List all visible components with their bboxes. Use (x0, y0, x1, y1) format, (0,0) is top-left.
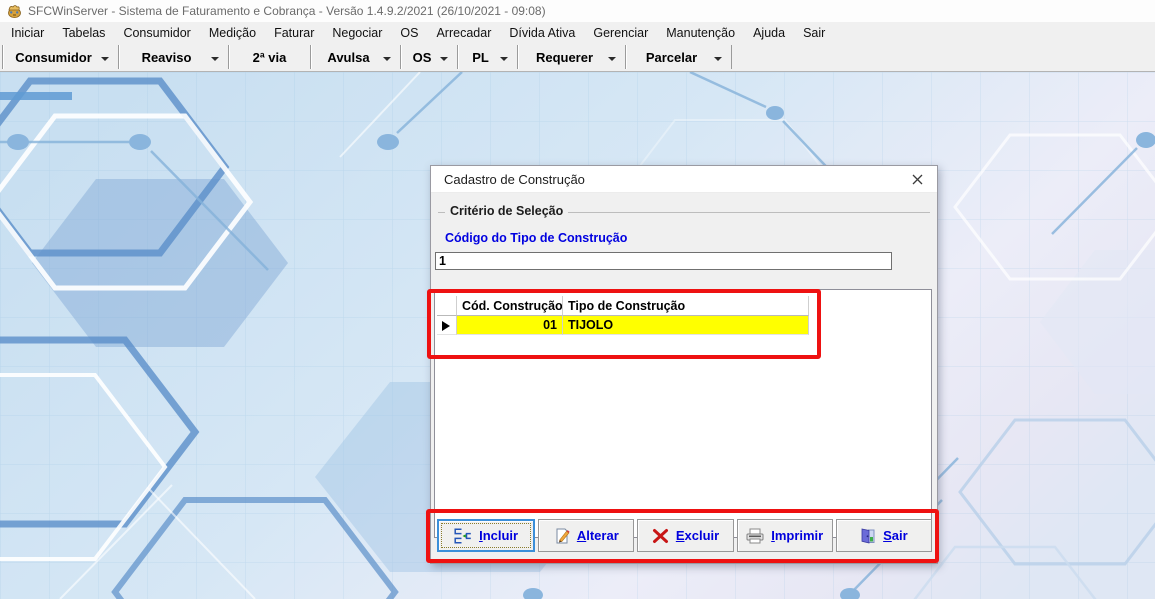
incluir-button[interactable]: Incluir (437, 519, 535, 552)
edit-pencil-icon (554, 528, 570, 544)
construction-grid[interactable]: Cód. Construção Tipo de Construção 01 TI… (437, 296, 809, 335)
dropdown-arrow-icon[interactable] (714, 57, 722, 61)
alterar-label: Alterar (577, 528, 619, 543)
dropdown-arrow-icon[interactable] (608, 57, 616, 61)
current-row-arrow-icon (442, 321, 450, 331)
dialog-buttonbar: Incluir Alterar Excluir (437, 519, 932, 552)
toolbar-requerer-button[interactable]: Requerer (517, 45, 625, 69)
toolbar-avulsa-button[interactable]: Avulsa (310, 45, 400, 69)
menu-os[interactable]: OS (391, 24, 427, 42)
dropdown-arrow-icon[interactable] (101, 57, 109, 61)
menu-ajuda[interactable]: Ajuda (744, 24, 794, 42)
toolbar-2avia-button[interactable]: 2ª via (228, 45, 310, 69)
incluir-label: Incluir (479, 528, 518, 543)
menu-manutencao[interactable]: Manutenção (657, 24, 744, 42)
dropdown-arrow-icon[interactable] (440, 57, 448, 61)
menu-faturar[interactable]: Faturar (265, 24, 323, 42)
exit-door-icon (860, 528, 876, 544)
menu-gerenciar[interactable]: Gerenciar (584, 24, 657, 42)
window-titlebar: SFCWinServer - Sistema de Faturamento e … (0, 0, 1155, 22)
close-icon[interactable] (906, 169, 928, 190)
toolbar-os-button[interactable]: OS (400, 45, 457, 69)
toolbar-requerer-label: Requerer (536, 50, 607, 65)
toolbar-reaviso-button[interactable]: Reaviso (118, 45, 228, 69)
dialog-titlebar[interactable]: Cadastro de Construção (431, 166, 937, 193)
delete-x-icon (652, 528, 669, 544)
toolbar-reaviso-label: Reaviso (142, 50, 206, 65)
selection-criteria-group-label: Critério de Seleção (445, 204, 568, 218)
toolbar-parcelar-button[interactable]: Parcelar (625, 45, 732, 69)
construction-type-code-input[interactable] (435, 252, 892, 270)
toolbar-consumidor-button[interactable]: Consumidor (2, 45, 118, 69)
toolbar-parcelar-label: Parcelar (646, 50, 711, 65)
menu-arrecadar[interactable]: Arrecadar (427, 24, 500, 42)
excluir-button[interactable]: Excluir (637, 519, 733, 552)
toolbar-pl-button[interactable]: PL (457, 45, 517, 69)
row-selector-header-cell (437, 296, 457, 316)
construction-type-code-label: Código do Tipo de Construção (445, 231, 627, 245)
menubar: Iniciar Tabelas Consumidor Medição Fatur… (0, 22, 1155, 44)
cadastro-construcao-dialog: Cadastro de Construção Critério de Seleç… (430, 165, 938, 564)
sair-button[interactable]: Sair (836, 519, 932, 552)
toolbar-avulsa-label: Avulsa (327, 50, 383, 65)
table-row[interactable]: 01 TIJOLO (437, 316, 809, 335)
menu-tabelas[interactable]: Tabelas (53, 24, 114, 42)
sair-label: Sair (883, 528, 908, 543)
insert-record-icon (454, 528, 472, 544)
cell-tipo-construcao[interactable]: TIJOLO (563, 316, 809, 335)
dropdown-arrow-icon[interactable] (500, 57, 508, 61)
imprimir-button[interactable]: Imprimir (737, 519, 833, 552)
app-window: SFCWinServer - Sistema de Faturamento e … (0, 0, 1155, 599)
toolbar-pl-label: PL (472, 50, 503, 65)
dropdown-arrow-icon[interactable] (383, 57, 391, 61)
alterar-button[interactable]: Alterar (538, 519, 634, 552)
toolbar: Consumidor Reaviso 2ª via Avulsa OS PL R… (0, 44, 1155, 72)
column-header-tipo-construcao[interactable]: Tipo de Construção (563, 296, 809, 316)
menu-sair[interactable]: Sair (794, 24, 834, 42)
excluir-label: Excluir (676, 528, 719, 543)
results-list-panel[interactable]: Cód. Construção Tipo de Construção 01 TI… (434, 289, 932, 538)
cell-cod-construcao[interactable]: 01 (457, 316, 563, 335)
dropdown-arrow-icon[interactable] (211, 57, 219, 61)
toolbar-consumidor-label: Consumidor (15, 50, 106, 65)
imprimir-label: Imprimir (771, 528, 823, 543)
menu-consumidor[interactable]: Consumidor (114, 24, 199, 42)
toolbar-2avia-label: 2ª via (253, 50, 287, 65)
app-logo-icon (6, 3, 22, 19)
menu-negociar[interactable]: Negociar (323, 24, 391, 42)
menu-medicao[interactable]: Medição (200, 24, 265, 42)
column-header-cod-construcao[interactable]: Cód. Construção (457, 296, 563, 316)
dialog-title: Cadastro de Construção (444, 172, 906, 187)
window-title: SFCWinServer - Sistema de Faturamento e … (28, 4, 546, 18)
printer-icon (746, 528, 764, 544)
grid-header-row: Cód. Construção Tipo de Construção (437, 296, 809, 316)
menu-iniciar[interactable]: Iniciar (2, 24, 53, 42)
row-selector-cell (437, 316, 457, 335)
menu-divida-ativa[interactable]: Dívida Ativa (500, 24, 584, 42)
desktop-background: Cadastro de Construção Critério de Seleç… (0, 72, 1155, 599)
